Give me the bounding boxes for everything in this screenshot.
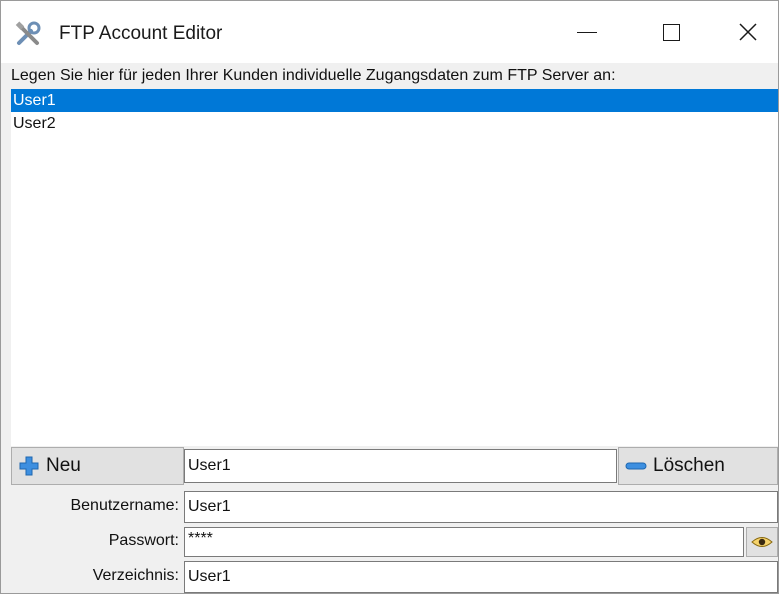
new-account-label: Neu <box>46 455 81 476</box>
ftp-account-editor-window: FTP Account Editor Legen Sie hier für je… <box>0 0 779 594</box>
instruction-label: Legen Sie hier für jeden Ihrer Kunden in… <box>11 67 616 84</box>
account-list[interactable]: User1 User2 <box>11 89 778 446</box>
directory-label: Verzeichnis: <box>92 567 179 584</box>
password-input[interactable]: **** <box>184 527 744 557</box>
title-bar[interactable]: FTP Account Editor <box>1 1 778 63</box>
new-account-button[interactable]: Neu <box>11 447 184 485</box>
account-name-input[interactable]: User1 <box>184 449 617 483</box>
delete-account-button[interactable]: Löschen <box>618 447 778 485</box>
account-list-item[interactable]: User1 <box>11 89 778 112</box>
eye-icon <box>751 537 773 547</box>
maximize-icon <box>662 23 680 41</box>
delete-account-label: Löschen <box>653 455 725 476</box>
show-password-button[interactable] <box>746 527 778 557</box>
password-label: Passwort: <box>108 532 179 549</box>
account-list-item[interactable]: User2 <box>11 112 778 135</box>
window-title: FTP Account Editor <box>59 23 223 44</box>
minus-icon <box>625 462 647 470</box>
username-input[interactable]: User1 <box>184 491 778 523</box>
minimize-button[interactable] <box>557 9 617 55</box>
username-label: Benutzername: <box>70 497 179 514</box>
directory-input[interactable]: User1 <box>184 561 778 593</box>
tools-icon <box>15 21 41 45</box>
maximize-button[interactable] <box>641 9 701 55</box>
plus-icon <box>19 456 39 476</box>
minimize-icon <box>577 31 597 33</box>
close-button[interactable] <box>718 9 778 55</box>
close-icon <box>739 23 757 41</box>
